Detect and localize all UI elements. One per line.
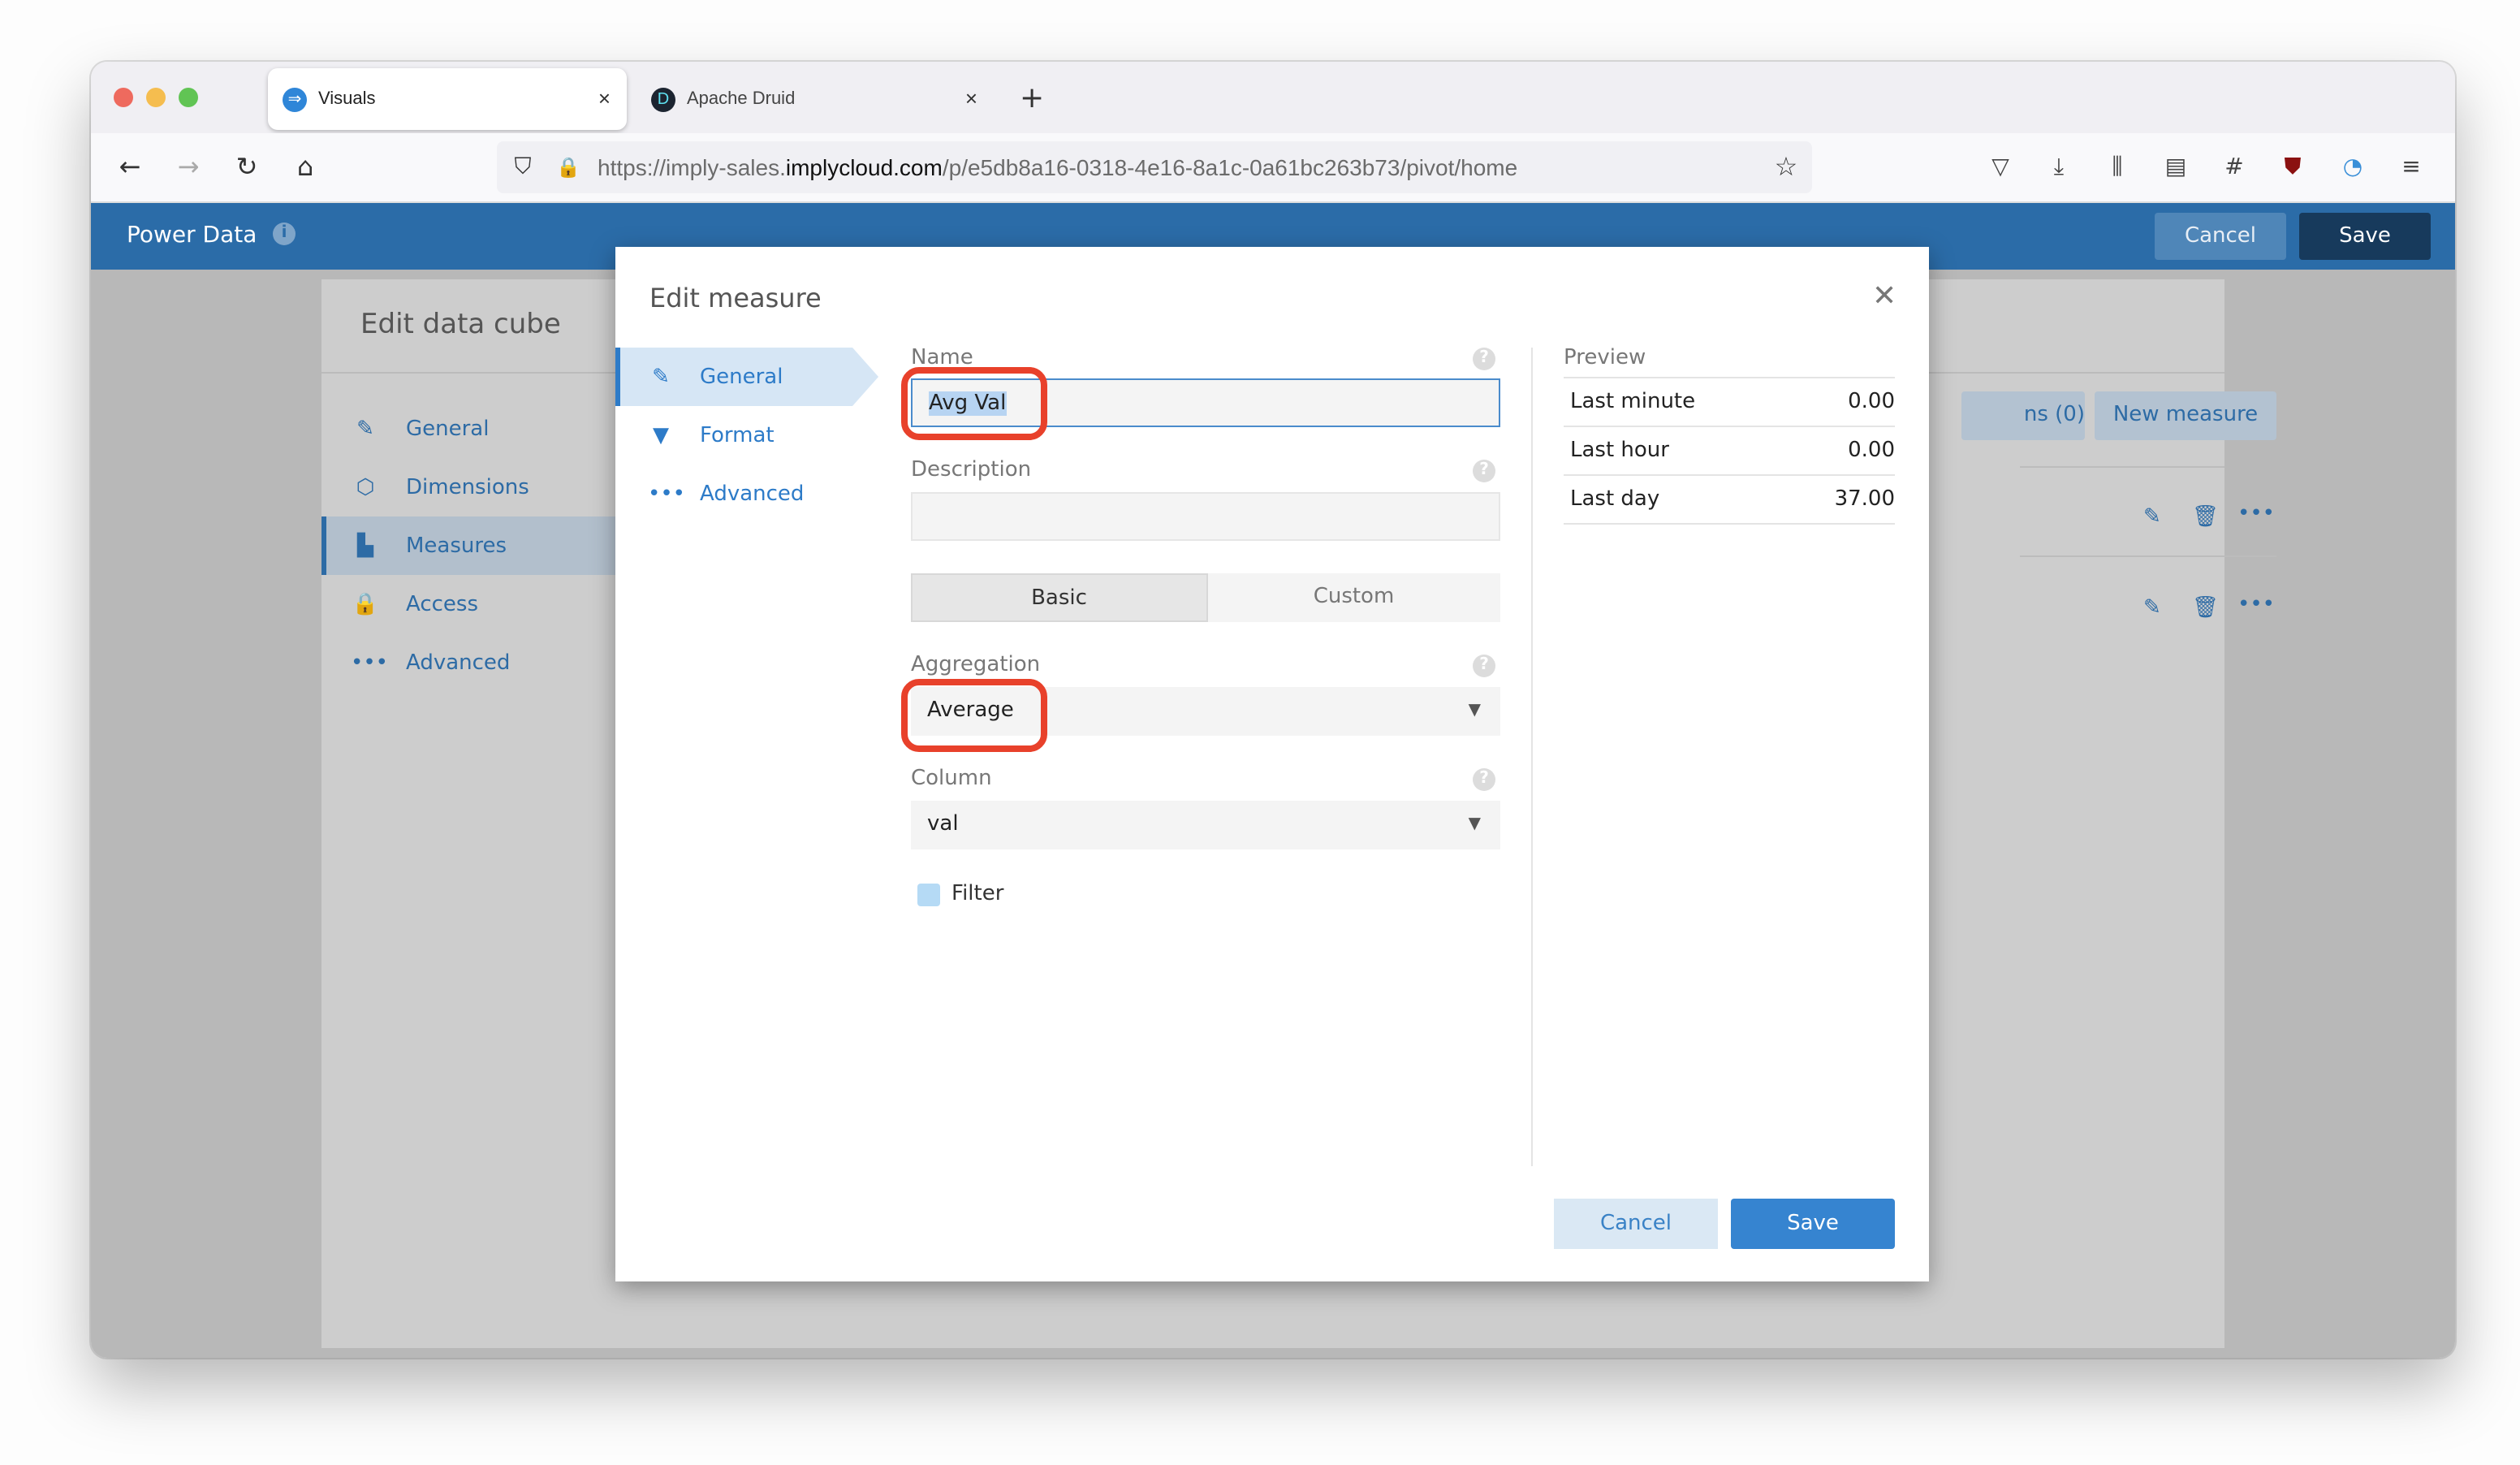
address-bar[interactable]: ⛉ 🔒 https://imply-sales.implycloud.com/p…: [497, 141, 1812, 193]
reload-icon[interactable]: ↻: [231, 151, 263, 184]
cube-icon: ⬡: [356, 475, 375, 499]
suggestions-button[interactable]: ns (0): [1961, 391, 2085, 440]
paintbrush-icon: ▼: [653, 423, 669, 447]
filter-checkbox[interactable]: [917, 884, 940, 906]
lock-icon: 🔒: [352, 592, 379, 616]
aggregation-label: Aggregation: [911, 653, 1041, 677]
tab-visuals[interactable]: ⇒ Visuals ×: [268, 68, 627, 130]
download-icon[interactable]: ⤓: [2044, 153, 2073, 182]
library-icon[interactable]: ⫼: [2103, 153, 2132, 182]
preview-label: Preview: [1564, 346, 1646, 370]
app-title: Power Data: [127, 223, 257, 248]
cancel-button[interactable]: Cancel: [1554, 1199, 1718, 1249]
back-icon[interactable]: ←: [114, 151, 146, 184]
save-button[interactable]: Save: [1731, 1199, 1895, 1249]
more-dots-icon: •••: [648, 482, 686, 506]
help-icon[interactable]: ?: [1473, 348, 1495, 370]
new-measure-button[interactable]: New measure: [2095, 391, 2276, 440]
preview-row: Last minute 0.00: [1564, 378, 1895, 427]
more-dots-icon: •••: [351, 650, 389, 675]
sidebar-icon[interactable]: ▤: [2161, 153, 2190, 182]
help-icon[interactable]: ?: [1473, 655, 1495, 677]
modal-nav-general[interactable]: ✎ General: [615, 348, 878, 406]
edit-square-icon: ✎: [356, 417, 374, 441]
navigation-bar: ← → ↻ ⌂ ⛉ 🔒 https://imply-sales.implyclo…: [91, 133, 2455, 203]
cube-nav-access[interactable]: 🔒 Access: [321, 575, 630, 633]
description-label: Description: [911, 458, 1032, 482]
more-options-icon[interactable]: •••: [2237, 502, 2275, 526]
bookmark-star-icon[interactable]: ☆: [1770, 151, 1802, 184]
lock-icon[interactable]: 🔒: [552, 151, 585, 184]
home-icon[interactable]: ⌂: [289, 151, 321, 184]
delete-measure-icon[interactable]: 🗑: [2192, 596, 2219, 620]
minimize-window-button[interactable]: [146, 88, 166, 107]
pocket-icon[interactable]: ▽: [1986, 153, 2015, 182]
cube-nav: ✎ General ⬡ Dimensions ▙ Measures 🔒 Access •…: [321, 400, 630, 692]
divider: [1531, 348, 1533, 1166]
edit-measure-icon[interactable]: ✎: [2143, 596, 2161, 620]
divider: [2020, 555, 2276, 557]
screen: ⇒ Visuals × D Apache Druid × + ← → ↻ ⌂ ⛉…: [0, 0, 2520, 1465]
cube-nav-dimensions[interactable]: ⬡ Dimensions: [321, 458, 630, 516]
tab-strip: ⇒ Visuals × D Apache Druid × +: [91, 62, 2455, 133]
new-tab-button[interactable]: +: [1020, 81, 1044, 115]
cube-nav-measures[interactable]: ▙ Measures: [321, 516, 630, 575]
description-input[interactable]: [911, 492, 1500, 541]
cube-title: Edit data cube: [360, 309, 561, 341]
vpn-icon[interactable]: ◔: [2338, 153, 2367, 182]
help-icon[interactable]: ?: [1473, 768, 1495, 791]
tab-title: Apache Druid: [687, 89, 796, 109]
chevron-down-icon: ▼: [1468, 702, 1481, 720]
preview-row: Last hour 0.00: [1564, 427, 1895, 476]
arrow-right-circle-icon: ⇒: [283, 87, 307, 111]
ublock-icon[interactable]: ⛊: [2278, 153, 2307, 182]
edit-measure-modal: Edit measure ✕ ✎ General ▼ Format ••• Advan…: [615, 247, 1929, 1281]
close-window-button[interactable]: [114, 88, 133, 107]
modal-nav-format[interactable]: ▼ Format: [615, 406, 875, 465]
preview-table: Last minute 0.00 Last hour 0.00 Last day 37…: [1564, 377, 1895, 525]
annotation-highlight: [901, 679, 1047, 752]
extension-icon[interactable]: #: [2220, 153, 2249, 182]
more-options-icon[interactable]: •••: [2237, 593, 2275, 617]
column-value: val: [927, 812, 959, 836]
mode-toggle: Basic Custom: [911, 573, 1500, 622]
edit-measure-icon[interactable]: ✎: [2143, 505, 2161, 529]
forward-icon[interactable]: →: [172, 151, 205, 184]
mode-custom-button[interactable]: Custom: [1207, 573, 1500, 622]
close-tab-icon[interactable]: ×: [598, 86, 611, 110]
header-cancel-button[interactable]: Cancel: [2155, 213, 2286, 260]
info-icon[interactable]: i: [273, 223, 296, 245]
close-icon[interactable]: ✕: [1872, 279, 1896, 313]
delete-measure-icon[interactable]: 🗑: [2192, 505, 2219, 529]
url-text[interactable]: https://imply-sales.implycloud.com/p/e5d…: [598, 154, 1517, 180]
annotation-highlight: [901, 367, 1047, 440]
column-select[interactable]: val ▼: [911, 801, 1500, 849]
tab-apache-druid[interactable]: D Apache Druid ×: [636, 68, 994, 130]
modal-title: Edit measure: [649, 283, 822, 313]
preview-row: Last day 37.00: [1564, 476, 1895, 525]
close-tab-icon[interactable]: ×: [965, 86, 977, 110]
help-icon[interactable]: ?: [1473, 460, 1495, 482]
druid-logo-icon: D: [651, 87, 675, 111]
chevron-down-icon: ▼: [1468, 815, 1481, 833]
cube-nav-general[interactable]: ✎ General: [321, 400, 630, 458]
measures-icon: ▙: [357, 534, 373, 558]
modal-nav: ✎ General ▼ Format ••• Advanced: [615, 348, 878, 523]
zoom-window-button[interactable]: [179, 88, 198, 107]
shield-icon[interactable]: ⛉: [507, 151, 539, 184]
menu-icon[interactable]: ≡: [2397, 153, 2426, 182]
cube-nav-advanced[interactable]: ••• Advanced: [321, 633, 630, 692]
tab-title: Visuals: [318, 89, 376, 109]
divider: [2020, 466, 2224, 468]
column-label: Column: [911, 767, 992, 791]
pencil-icon: ✎: [652, 365, 670, 389]
header-save-button[interactable]: Save: [2299, 213, 2431, 260]
filter-label[interactable]: Filter: [951, 882, 1003, 906]
mode-basic-button[interactable]: Basic: [911, 573, 1207, 622]
modal-nav-advanced[interactable]: ••• Advanced: [615, 465, 875, 523]
